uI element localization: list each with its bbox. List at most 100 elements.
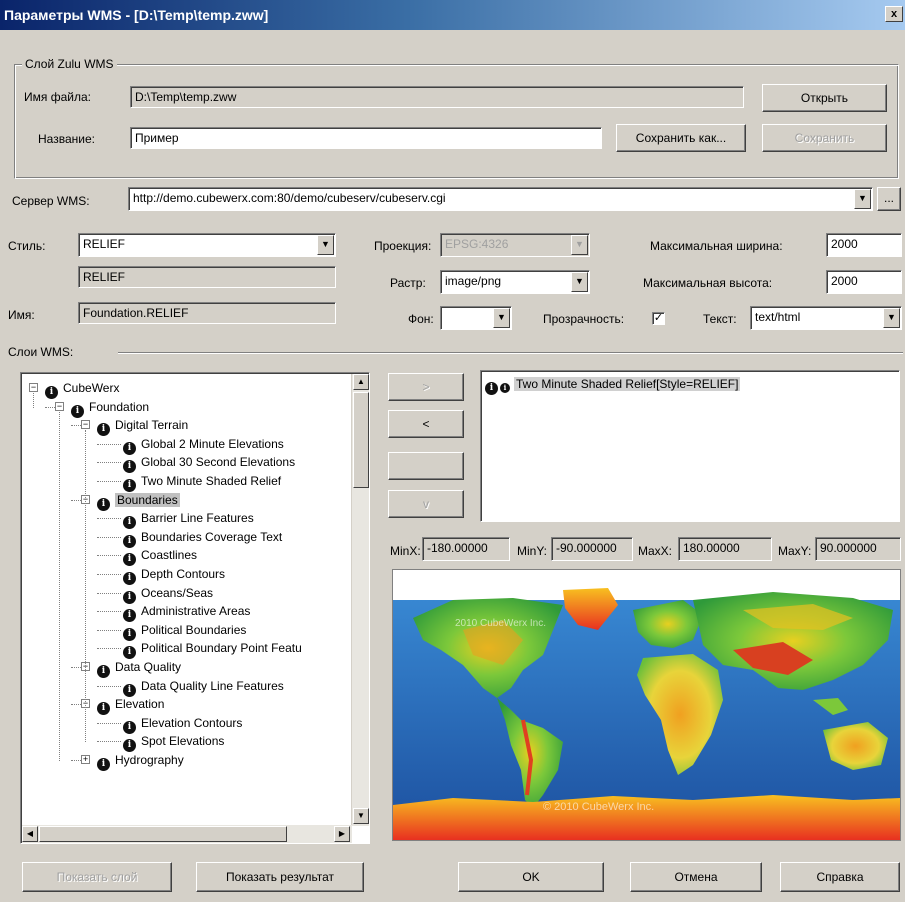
background-label: Фон: [408,312,434,326]
style-combo-value: RELIEF [83,237,126,251]
tree-item[interactable]: i Elevation [97,695,164,716]
tree-item[interactable]: i Hydrography [97,751,184,771]
remove-layer-button[interactable]: < [388,410,464,438]
tree-item[interactable]: i Oceans/Seas [123,584,213,604]
move-up-button[interactable] [388,452,464,480]
minx-label: MinX: [390,544,421,558]
file-name-field: D:\Temp\temp.zww [130,86,744,108]
tree-connector [97,611,121,613]
raster-combo[interactable]: image/png ▼ [440,270,590,294]
tree-connector [71,704,81,706]
open-button[interactable]: Открыть [762,84,887,112]
tree-item[interactable]: i Coastlines [123,546,197,567]
collapse-icon[interactable]: − [81,420,90,430]
show-result-button[interactable]: Показать результат [196,862,364,892]
raster-label: Растр: [390,276,426,290]
window-title: Параметры WMS - [D:\Temp\temp.zww] [4,7,269,23]
raster-combo-value: image/png [445,274,502,288]
wms-parameters-dialog: Параметры WMS - [D:\Temp\temp.zww] x Сло… [0,0,905,902]
info-icon: i [97,758,110,771]
tree-connector [71,667,81,668]
selected-layers-list[interactable]: i i Two Minute Shaded Relief[Style=RELIEF] [480,370,900,522]
tree-vertical-scrollbar[interactable]: ▲ ▼ [351,374,369,826]
tree-item[interactable]: i Digital Terrain [97,416,188,437]
info-icon: i [45,386,58,399]
tree-item-label: Spot Elevations [141,734,225,749]
close-icon[interactable]: x [885,6,903,22]
tree-item[interactable]: i CubeWerx [45,379,119,399]
list-item[interactable]: i i Two Minute Shaded Relief[Style=RELIEF] [485,375,741,395]
style-label: Стиль: [8,239,46,253]
tree-connector [97,741,121,743]
tree-item[interactable]: i Political Boundary Point Featu [123,639,302,660]
add-layer-button[interactable]: > [388,373,464,401]
tree-connector [71,499,81,501]
show-layer-button[interactable]: Показать слой [22,862,172,892]
tree-item[interactable]: i Global 30 Second Elevations [123,453,295,474]
tree-item-label: Depth Contours [141,567,226,581]
minx-field: -180.00000 [422,537,510,561]
tree-horizontal-scrollbar[interactable]: ◀ ▶ [22,825,352,843]
tree-horizontal-scroll-thumb[interactable] [39,826,287,842]
tree-item-label: Political Boundaries [141,622,247,637]
tree-item[interactable]: i Boundaries [97,491,180,511]
layer-name-field[interactable]: Пример [130,127,602,149]
projection-combo[interactable]: EPSG:4326 ▼ [440,233,590,257]
chevron-down-icon[interactable]: ▼ [883,308,900,328]
tree-item[interactable]: i Data Quality [97,658,181,678]
text-format-combo[interactable]: text/html ▼ [750,306,902,330]
move-down-button[interactable]: v [388,490,464,518]
tree-item[interactable]: i Two Minute Shaded Relief [123,472,281,492]
collapse-icon[interactable]: − [29,383,38,392]
tree-vertical-scroll-thumb[interactable] [353,392,369,488]
max-height-field[interactable]: 2000 [826,270,902,294]
style-combo[interactable]: RELIEF ▼ [78,233,336,257]
tree-item-label: Boundaries [115,492,180,507]
tree-item[interactable]: i Boundaries Coverage Text [123,528,283,548]
tree-connector [97,722,121,724]
tree-connector [97,555,121,557]
server-combo-value: http://demo.cubewerx.com:80/demo/cubeser… [133,191,446,205]
tree-item[interactable]: i Barrier Line Features [123,509,254,530]
background-combo[interactable]: ▼ [440,306,512,330]
chevron-down-icon[interactable]: ▼ [571,272,588,292]
tree-item[interactable]: i Spot Elevations [123,732,225,753]
tree-item-label: Data Quality Line Features [141,678,284,693]
cancel-button[interactable]: Отмена [630,862,762,892]
tree-item[interactable]: i Depth Contours [123,565,226,585]
tree-item[interactable]: i Data Quality Line Features [123,677,284,697]
save-button[interactable]: Сохранить [762,124,887,152]
map-preview[interactable]: 2010 CubeWerx Inc. © 2010 CubeWerx Inc. [392,569,901,841]
map-watermark-bottom: © 2010 CubeWerx Inc. [543,801,654,813]
chevron-down-icon[interactable]: ▼ [854,189,871,209]
tree-item[interactable]: i Political Boundaries [123,621,247,641]
name-label: Имя: [8,308,35,322]
tree-item[interactable]: i Elevation Contours [123,714,242,734]
tree-item[interactable]: i Administrative Areas [123,602,250,623]
expand-icon[interactable]: + [81,755,90,764]
scroll-down-icon[interactable]: ▼ [353,808,369,824]
scroll-up-icon[interactable]: ▲ [353,374,369,390]
save-as-button[interactable]: Сохранить как... [616,124,746,152]
max-width-field[interactable]: 2000 [826,233,902,257]
layer-name-label: Название: [38,132,95,146]
ok-button[interactable]: OK [458,862,604,892]
server-browse-button[interactable]: ... [877,187,901,211]
collapse-icon[interactable]: − [55,401,64,411]
wms-layer-tree[interactable]: − i CubeWerx − i Foundation − i Digital Terrain i… [20,372,370,844]
tree-item[interactable]: i Global 2 Minute Elevations [123,435,284,455]
chevron-down-icon[interactable]: ▼ [571,235,588,255]
chevron-down-icon[interactable]: ▼ [317,235,334,255]
text-format-label: Текст: [703,312,737,326]
transparency-checkbox[interactable]: ✓ [652,312,665,325]
info-icon: i [97,497,110,511]
help-button[interactable]: Справка [780,862,900,892]
scroll-right-icon[interactable]: ▶ [334,826,350,842]
server-combo[interactable]: http://demo.cubewerx.com:80/demo/cubeser… [128,187,873,211]
tree-connector [45,406,55,408]
tree-item-label: Boundaries Coverage Text [141,529,283,544]
scroll-left-icon[interactable]: ◀ [22,826,38,842]
wms-layers-label: Слои WMS: [8,345,74,359]
tree-item[interactable]: i Foundation [71,398,149,418]
chevron-down-icon[interactable]: ▼ [493,308,510,328]
